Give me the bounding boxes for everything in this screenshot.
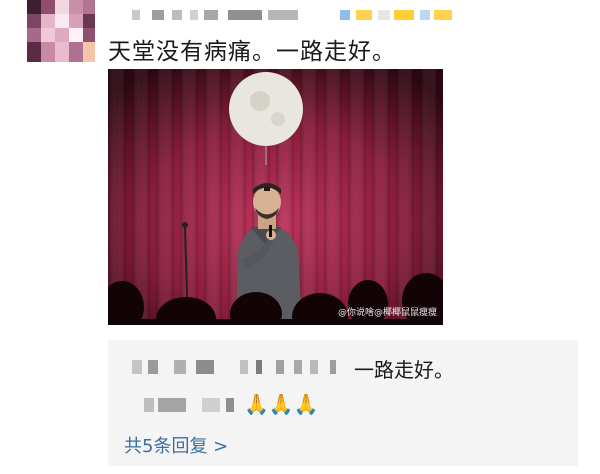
comment-text: 天堂没有病痛。一路走好。 [108, 39, 396, 65]
photo-watermark: @你说啥@椰椰鼠鼠瘦瘦 [337, 308, 437, 318]
reply-item[interactable]: 🙏🙏🙏 [132, 392, 572, 420]
reply-panel: 一路走好。 🙏🙏🙏 共5条回复 > [108, 340, 578, 466]
pray-emoji: 🙏🙏🙏 [244, 392, 319, 416]
more-replies-link[interactable]: 共5条回复 > [124, 432, 228, 458]
username-redacted[interactable] [108, 8, 468, 22]
attached-photo[interactable]: @你说啥@椰椰鼠鼠瘦瘦 [108, 69, 443, 325]
reply-item[interactable]: 一路走好。 [132, 354, 572, 382]
avatar[interactable] [27, 0, 95, 62]
reply-text: 一路走好。 [354, 358, 454, 382]
